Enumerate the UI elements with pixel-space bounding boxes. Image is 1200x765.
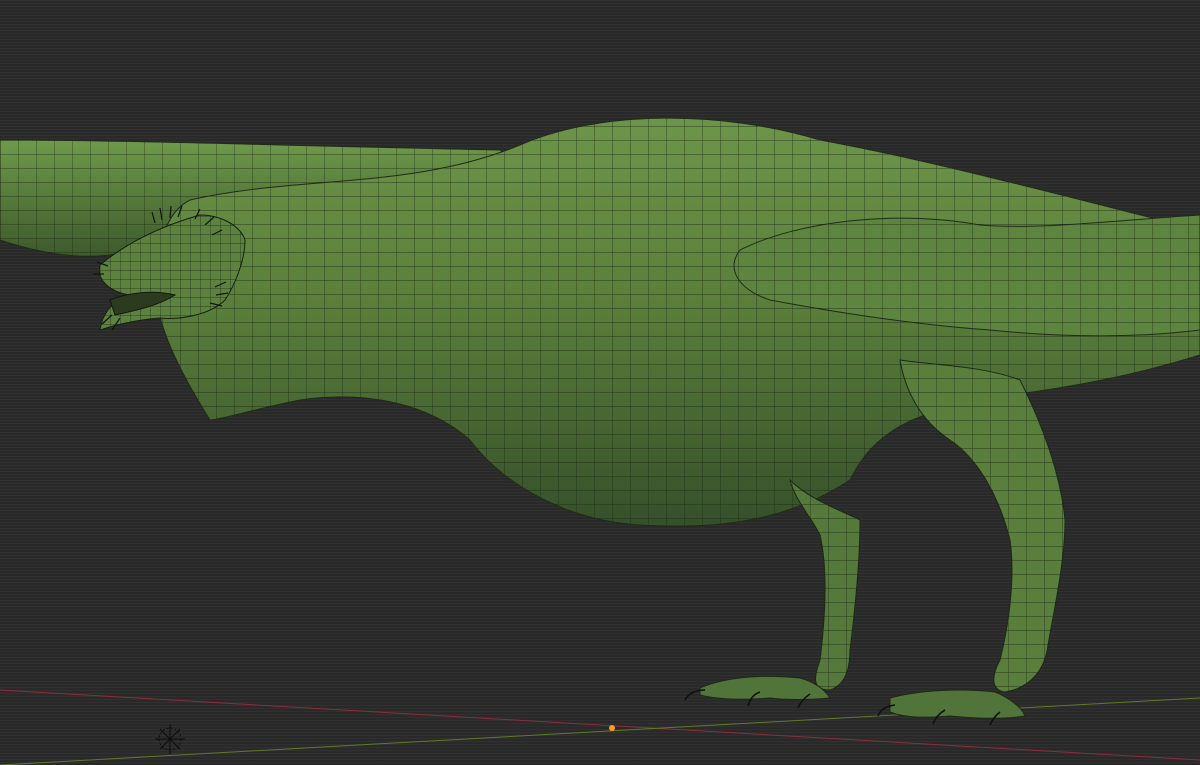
left-foot-mesh[interactable] (699, 675, 831, 700)
right-foot-mesh[interactable] (889, 689, 1026, 719)
viewport-scene[interactable] (0, 0, 1200, 765)
x-axis-line (0, 689, 1200, 761)
empty-gizmo-icon[interactable] (155, 724, 185, 754)
right-leg-wire (900, 360, 1065, 692)
3d-viewport[interactable] (0, 0, 1200, 765)
left-leg-wire (790, 480, 860, 690)
origin-dot-icon[interactable] (609, 725, 615, 731)
